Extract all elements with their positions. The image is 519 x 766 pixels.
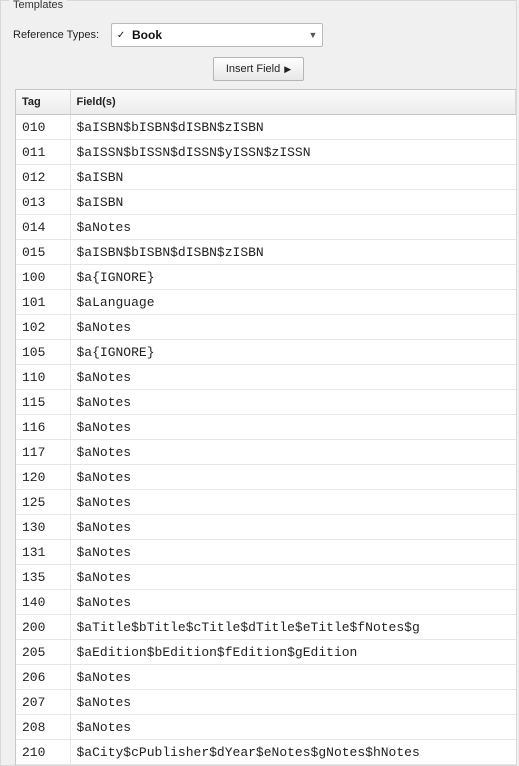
cell-tag[interactable]: 200 bbox=[16, 615, 70, 640]
table-row[interactable]: 101$aLanguage bbox=[16, 290, 516, 315]
insert-field-row: Insert Field ▶ bbox=[1, 57, 516, 89]
cell-fields[interactable]: $aNotes bbox=[70, 415, 516, 440]
cell-tag[interactable]: 120 bbox=[16, 465, 70, 490]
cell-tag[interactable]: 131 bbox=[16, 540, 70, 565]
cell-tag[interactable]: 206 bbox=[16, 665, 70, 690]
cell-tag[interactable]: 115 bbox=[16, 390, 70, 415]
cell-tag[interactable]: 140 bbox=[16, 590, 70, 615]
table-row[interactable]: 110$aNotes bbox=[16, 365, 516, 390]
table-row[interactable]: 125$aNotes bbox=[16, 490, 516, 515]
table-row[interactable]: 206$aNotes bbox=[16, 665, 516, 690]
reference-type-value: Book bbox=[130, 28, 304, 42]
cell-tag[interactable]: 208 bbox=[16, 715, 70, 740]
chevron-down-icon: ▼ bbox=[304, 30, 322, 40]
table-body: 010$aISBN$bISBN$dISBN$zISBN011$aISSN$bIS… bbox=[16, 115, 516, 765]
table-row[interactable]: 207$aNotes bbox=[16, 690, 516, 715]
cell-fields[interactable]: $aISBN bbox=[70, 190, 516, 215]
cell-fields[interactable]: $aNotes bbox=[70, 390, 516, 415]
cell-tag[interactable]: 010 bbox=[16, 115, 70, 140]
cell-fields[interactable]: $aEdition$bEdition$fEdition$gEdition bbox=[70, 640, 516, 665]
table-row[interactable]: 120$aNotes bbox=[16, 465, 516, 490]
cell-fields[interactable]: $aNotes bbox=[70, 590, 516, 615]
cell-fields[interactable]: $aCity$cPublisher$dYear$eNotes$gNotes$hN… bbox=[70, 740, 516, 765]
table-row[interactable]: 140$aNotes bbox=[16, 590, 516, 615]
templates-panel: Templates Reference Types: ✓ Book ▼ Inse… bbox=[0, 0, 517, 766]
table-row[interactable]: 130$aNotes bbox=[16, 515, 516, 540]
cell-fields[interactable]: $a{IGNORE} bbox=[70, 265, 516, 290]
cell-tag[interactable]: 130 bbox=[16, 515, 70, 540]
cell-tag[interactable]: 205 bbox=[16, 640, 70, 665]
cell-fields[interactable]: $aNotes bbox=[70, 665, 516, 690]
table-row[interactable]: 135$aNotes bbox=[16, 565, 516, 590]
table-row[interactable]: 210$aCity$cPublisher$dYear$eNotes$gNotes… bbox=[16, 740, 516, 765]
table-row[interactable]: 014$aNotes bbox=[16, 215, 516, 240]
table-row[interactable]: 102$aNotes bbox=[16, 315, 516, 340]
reference-type-row: Reference Types: ✓ Book ▼ bbox=[1, 15, 516, 57]
table-row[interactable]: 117$aNotes bbox=[16, 440, 516, 465]
fields-table: Tag Field(s) 010$aISBN$bISBN$dISBN$zISBN… bbox=[16, 90, 516, 765]
table-row[interactable]: 012$aISBN bbox=[16, 165, 516, 190]
table-row[interactable]: 200$aTitle$bTitle$cTitle$dTitle$eTitle$f… bbox=[16, 615, 516, 640]
reference-types-label: Reference Types: bbox=[13, 29, 99, 41]
cell-tag[interactable]: 110 bbox=[16, 365, 70, 390]
table-row[interactable]: 131$aNotes bbox=[16, 540, 516, 565]
cell-fields[interactable]: $aISBN$bISBN$dISBN$zISBN bbox=[70, 240, 516, 265]
cell-fields[interactable]: $aNotes bbox=[70, 490, 516, 515]
fields-table-wrap: Tag Field(s) 010$aISBN$bISBN$dISBN$zISBN… bbox=[15, 89, 516, 765]
table-row[interactable]: 205$aEdition$bEdition$fEdition$gEdition bbox=[16, 640, 516, 665]
cell-tag[interactable]: 102 bbox=[16, 315, 70, 340]
cell-fields[interactable]: $aNotes bbox=[70, 440, 516, 465]
cell-fields[interactable]: $aISBN bbox=[70, 165, 516, 190]
table-row[interactable]: 011$aISSN$bISSN$dISSN$yISSN$zISSN bbox=[16, 140, 516, 165]
cell-tag[interactable]: 135 bbox=[16, 565, 70, 590]
triangle-right-icon: ▶ bbox=[284, 64, 291, 75]
cell-fields[interactable]: $aNotes bbox=[70, 365, 516, 390]
cell-fields[interactable]: $aNotes bbox=[70, 215, 516, 240]
cell-fields[interactable]: $aLanguage bbox=[70, 290, 516, 315]
cell-tag[interactable]: 015 bbox=[16, 240, 70, 265]
cell-fields[interactable]: $aNotes bbox=[70, 465, 516, 490]
cell-tag[interactable]: 011 bbox=[16, 140, 70, 165]
cell-tag[interactable]: 116 bbox=[16, 415, 70, 440]
cell-tag[interactable]: 013 bbox=[16, 190, 70, 215]
table-row[interactable]: 100$a{IGNORE} bbox=[16, 265, 516, 290]
cell-fields[interactable]: $aNotes bbox=[70, 690, 516, 715]
table-row[interactable]: 015$aISBN$bISBN$dISBN$zISBN bbox=[16, 240, 516, 265]
table-row[interactable]: 116$aNotes bbox=[16, 415, 516, 440]
cell-fields[interactable]: $aNotes bbox=[70, 715, 516, 740]
insert-field-label: Insert Field bbox=[226, 63, 280, 75]
panel-title: Templates bbox=[9, 0, 67, 11]
cell-tag[interactable]: 014 bbox=[16, 215, 70, 240]
table-row[interactable]: 010$aISBN$bISBN$dISBN$zISBN bbox=[16, 115, 516, 140]
col-header-fields[interactable]: Field(s) bbox=[70, 90, 516, 115]
table-row[interactable]: 013$aISBN bbox=[16, 190, 516, 215]
cell-tag[interactable]: 101 bbox=[16, 290, 70, 315]
cell-tag[interactable]: 207 bbox=[16, 690, 70, 715]
cell-fields[interactable]: $aNotes bbox=[70, 565, 516, 590]
table-header-row: Tag Field(s) bbox=[16, 90, 516, 115]
cell-fields[interactable]: $aNotes bbox=[70, 540, 516, 565]
insert-field-button[interactable]: Insert Field ▶ bbox=[213, 57, 304, 81]
table-row[interactable]: 208$aNotes bbox=[16, 715, 516, 740]
cell-tag[interactable]: 125 bbox=[16, 490, 70, 515]
cell-fields[interactable]: $aNotes bbox=[70, 315, 516, 340]
table-row[interactable]: 115$aNotes bbox=[16, 390, 516, 415]
cell-fields[interactable]: $aISSN$bISSN$dISSN$yISSN$zISSN bbox=[70, 140, 516, 165]
cell-fields[interactable]: $a{IGNORE} bbox=[70, 340, 516, 365]
reference-type-select[interactable]: ✓ Book ▼ bbox=[111, 23, 323, 47]
cell-tag[interactable]: 117 bbox=[16, 440, 70, 465]
cell-tag[interactable]: 100 bbox=[16, 265, 70, 290]
cell-tag[interactable]: 105 bbox=[16, 340, 70, 365]
cell-fields[interactable]: $aTitle$bTitle$cTitle$dTitle$eTitle$fNot… bbox=[70, 615, 516, 640]
col-header-tag[interactable]: Tag bbox=[16, 90, 70, 115]
check-icon: ✓ bbox=[112, 30, 130, 41]
cell-tag[interactable]: 012 bbox=[16, 165, 70, 190]
table-row[interactable]: 105$a{IGNORE} bbox=[16, 340, 516, 365]
cell-fields[interactable]: $aNotes bbox=[70, 515, 516, 540]
cell-fields[interactable]: $aISBN$bISBN$dISBN$zISBN bbox=[70, 115, 516, 140]
cell-tag[interactable]: 210 bbox=[16, 740, 70, 765]
